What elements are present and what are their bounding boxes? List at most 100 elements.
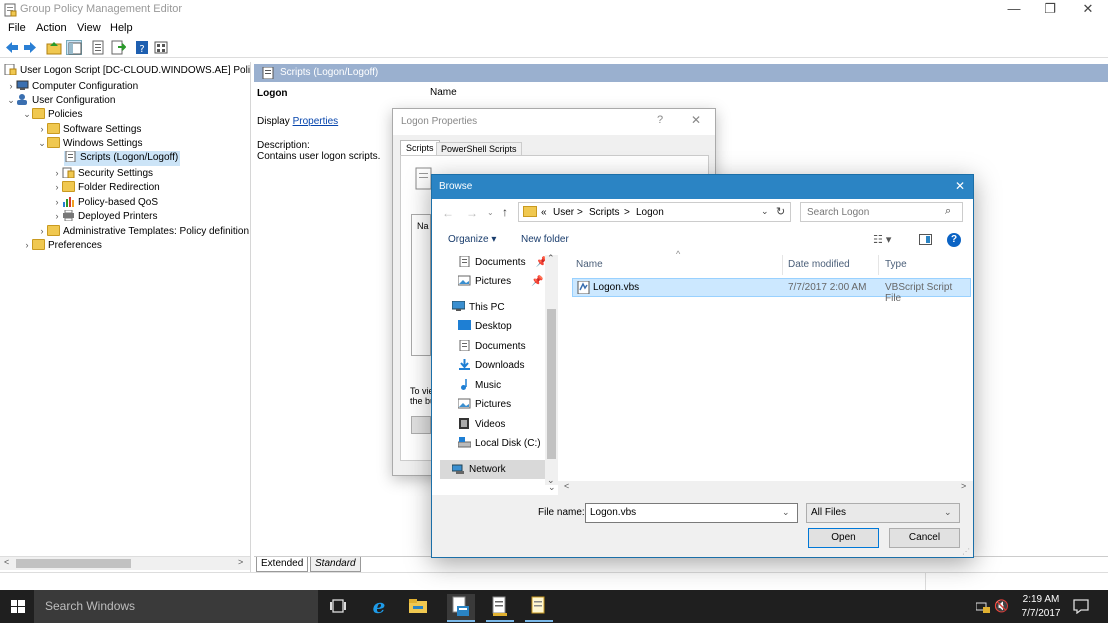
tab-extended[interactable]: Extended [256, 557, 309, 572]
close-button[interactable]: ✕ [1070, 0, 1106, 20]
scroll-left-icon[interactable]: < [564, 481, 569, 491]
tree-item-deployed-printers[interactable]: › Deployed Printers [52, 209, 157, 224]
clock-time[interactable]: 2:19 AM [1020, 594, 1062, 605]
props-tab-powershell[interactable]: PowerShell Scripts [436, 142, 522, 155]
tree-item-preferences[interactable]: › Preferences [22, 238, 102, 253]
collapse-chevron-icon[interactable]: ⌄ [37, 136, 47, 150]
scroll-up-icon[interactable]: ⌃ [547, 253, 555, 264]
nav-network[interactable]: Network [440, 460, 546, 479]
collapse-chevron-icon[interactable]: ⌄ [6, 93, 16, 107]
action-center-icon[interactable] [1073, 599, 1089, 617]
menu-file[interactable]: File [8, 22, 26, 34]
help-icon[interactable]: ? [134, 40, 150, 55]
expand-chevron-icon[interactable]: › [6, 79, 16, 93]
col-divider[interactable] [782, 255, 783, 275]
new-folder-button[interactable]: New folder [521, 234, 569, 245]
nav-music[interactable]: Music [458, 376, 501, 395]
windows-start-icon[interactable] [11, 600, 25, 616]
nav-documents-quick[interactable]: Documents 📌 [458, 253, 548, 272]
file-list-hscroll[interactable]: < > [558, 481, 973, 495]
col-name[interactable]: Name [576, 259, 603, 270]
clock-date[interactable]: 7/7/2017 [1020, 608, 1062, 619]
browse-close-button[interactable]: ✕ [955, 179, 965, 193]
collapse-chevron-icon[interactable]: ⌄ [22, 107, 32, 121]
preview-pane-icon[interactable] [919, 234, 932, 245]
tree-item-security-settings[interactable]: › Security Settings [52, 166, 153, 181]
back-arrow-icon[interactable] [4, 40, 20, 55]
expand-chevron-icon[interactable]: › [37, 122, 47, 136]
nav-this-pc[interactable]: This PC [451, 298, 505, 317]
menu-view[interactable]: View [77, 22, 101, 34]
taskbar-search-box[interactable]: Search Windows [34, 590, 318, 623]
scroll-right-icon[interactable]: > [961, 481, 966, 491]
breadcrumb-user[interactable]: User [553, 207, 574, 218]
search-icon[interactable]: ⌕ [945, 205, 951, 218]
tree-item-windows-settings[interactable]: ⌄ Windows Settings [37, 136, 142, 151]
cancel-button[interactable]: Cancel [889, 528, 960, 548]
expand-chevron-icon[interactable]: › [52, 195, 62, 209]
volume-muted-icon[interactable]: 🔇 [994, 599, 1009, 613]
refresh-icon[interactable]: ↻ [776, 205, 785, 218]
nav-documents[interactable]: Documents [458, 337, 526, 356]
pin-icon[interactable]: 📌 [531, 276, 543, 287]
col-divider[interactable] [878, 255, 879, 275]
tree-item-computer-configuration[interactable]: › Computer Configuration [6, 79, 138, 94]
minimize-button[interactable]: — [996, 0, 1032, 20]
tree-item-scripts[interactable]: Scripts (Logon/Logoff) [64, 150, 181, 166]
show-hide-tree-icon[interactable] [66, 40, 82, 55]
gpmc-taskbar-button[interactable] [486, 594, 514, 622]
properties-link[interactable]: Properties [293, 116, 339, 127]
breadcrumb-sep[interactable]: > [577, 207, 583, 218]
scroll-left-icon[interactable]: < [4, 557, 9, 567]
props-script-list[interactable]: Na [411, 214, 431, 356]
nav-videos[interactable]: Videos [458, 415, 505, 434]
help-icon[interactable]: ? [947, 233, 961, 247]
scroll-thumb[interactable] [16, 559, 131, 568]
menu-action[interactable]: Action [36, 22, 67, 34]
col-type[interactable]: Type [885, 259, 907, 270]
tree-item-folder-redirection[interactable]: › Folder Redirection [52, 180, 160, 195]
forward-arrow-icon[interactable] [22, 40, 38, 55]
internet-explorer-icon[interactable]: e [369, 594, 389, 619]
breadcrumb-logon[interactable]: Logon [636, 207, 664, 218]
scroll-right-icon[interactable]: > [238, 557, 243, 567]
tree-item-admin-templates[interactable]: › Administrative Templates: Policy defini… [37, 224, 249, 239]
view-icon[interactable] [153, 40, 169, 55]
task-view-icon[interactable] [330, 599, 346, 616]
export-list-icon[interactable] [110, 40, 127, 55]
nav-desktop[interactable]: Desktop [458, 317, 512, 336]
tree-item-software-settings[interactable]: › Software Settings [37, 122, 141, 137]
scroll-thumb[interactable] [547, 309, 556, 459]
gpme-taskbar-button[interactable] [525, 594, 553, 622]
props-close-button[interactable]: ✕ [691, 113, 701, 127]
tree-item-policy-qos[interactable]: › Policy-based QoS [52, 195, 158, 210]
nav-scrollbar[interactable]: ⌃ ⌄ [545, 253, 558, 485]
nav-pictures[interactable]: Pictures [457, 395, 511, 414]
dropdown-chevron-icon[interactable]: ⌄ [782, 507, 790, 518]
recent-dropdown-icon[interactable]: ⌄ [487, 208, 494, 217]
props-help-button[interactable]: ? [657, 114, 663, 126]
address-dropdown-icon[interactable]: ⌄ [761, 206, 769, 217]
file-name-input[interactable]: Logon.vbs ⌄ [585, 503, 798, 523]
network-tray-icon[interactable] [975, 601, 990, 616]
name-column-header[interactable]: Name [430, 87, 457, 98]
up-arrow-icon[interactable]: ↑ [502, 205, 508, 219]
tab-standard[interactable]: Standard [310, 557, 361, 572]
scroll-down-icon[interactable]: ⌄ [548, 482, 556, 493]
view-options-icon[interactable]: ☷ ▾ [873, 233, 891, 246]
dropdown-chevron-icon[interactable]: ⌄ [944, 507, 952, 518]
expand-chevron-icon[interactable]: › [52, 166, 62, 180]
forward-arrow-icon[interactable]: → [466, 206, 478, 220]
props-show-files-button[interactable] [411, 416, 431, 434]
search-box[interactable]: Search Logon ⌕ [800, 202, 963, 222]
resize-grip-icon[interactable]: ⋰ [962, 547, 970, 556]
breadcrumb-more[interactable]: « [541, 207, 547, 218]
open-button[interactable]: Open [808, 528, 879, 548]
nav-pictures-quick[interactable]: Pictures 📌 [457, 272, 544, 291]
expand-chevron-icon[interactable]: › [22, 238, 32, 252]
nav-local-disk[interactable]: Local Disk (C:) [457, 434, 541, 453]
back-arrow-icon[interactable]: ← [442, 206, 454, 220]
file-explorer-icon[interactable] [409, 598, 427, 617]
breadcrumb-scripts[interactable]: Scripts [589, 207, 620, 218]
address-bar[interactable]: « User > Scripts > Logon ⌄ ↻ [518, 202, 791, 222]
